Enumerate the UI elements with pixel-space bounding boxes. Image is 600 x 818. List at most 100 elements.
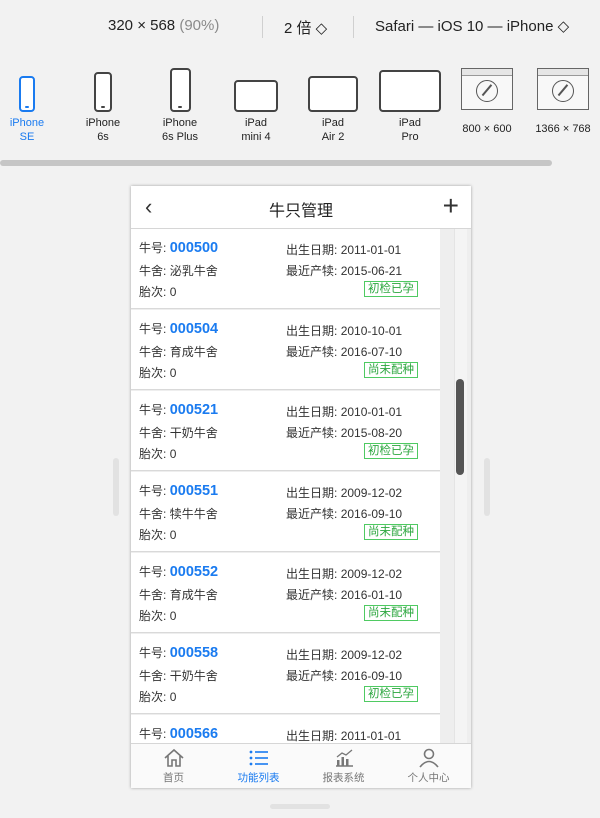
list-item[interactable]: 牛号: 000566 出生日期: 2011-01-01 [131,715,440,743]
tablet-icon [379,70,441,112]
calving-value: 2016-09-10 [340,669,403,683]
tab-label: 首页 [163,772,184,784]
barn-value: 干奶牛舍 [169,669,218,683]
horizontal-scrollbar[interactable] [0,160,552,166]
birth-value: 2011-01-01 [340,729,402,743]
tab-label: 功能列表 [237,772,280,784]
parity-value: 0 [169,285,177,299]
device-iphone-6s[interactable]: iPhone 6s [80,62,126,144]
cow-list[interactable]: 牛号: 000500 牛舍: 泌乳牛舍 胎次: 0 出生日期: 2011-01-… [131,229,471,743]
birth-value: 2010-10-01 [340,324,403,338]
calving-label: 最近产犊: [286,426,338,440]
cow-no[interactable]: 000558 [170,645,218,661]
cow-no-label: 牛号: [139,727,167,741]
device-label: 6s Plus [161,131,199,143]
cow-no-label: 牛号: [139,646,167,660]
device-ipad-air-2[interactable]: iPad Air 2 [305,62,361,144]
calving-label: 最近产犊: [286,507,338,521]
device-1366x768[interactable]: 1366 × 768 [529,62,597,136]
parity-label: 胎次: [139,528,167,542]
birth-label: 出生日期: [286,405,338,419]
device-iphone-se[interactable]: iPhone SE [5,62,49,144]
list-item[interactable]: 牛号: 000558 牛舍: 干奶牛舍 胎次: 0 出生日期: 2009-12-… [131,634,440,714]
nav-bar: ‹ 牛只管理 + [131,186,471,229]
barn-value: 育成牛舍 [169,345,218,359]
zoom-text: (90%) [179,17,220,34]
cow-no[interactable]: 000566 [170,726,218,742]
calving-label: 最近产犊: [286,264,338,278]
user-icon [418,748,439,768]
cow-no[interactable]: 000551 [170,483,218,499]
cow-no[interactable]: 000500 [170,240,218,256]
status-badge: 尚未配种 [364,605,418,621]
calving-value: 2015-06-21 [340,264,403,278]
cow-no-label: 牛号: [139,565,167,579]
device-label: iPad [398,117,422,129]
parity-label: 胎次: [139,366,167,380]
birth-value: 2010-01-01 [340,405,403,419]
resize-handle-bottom[interactable] [270,804,330,809]
list-item[interactable]: 牛号: 000500 牛舍: 泌乳牛舍 胎次: 0 出生日期: 2011-01-… [131,229,440,309]
device-label: iPhone [9,117,45,129]
resolution-label: 320 × 568 (90%) [108,17,219,34]
resolution-text: 320 × 568 [108,17,176,34]
chart-icon [335,749,353,767]
tab-function-list[interactable]: 功能列表 [216,748,301,785]
status-badge: 初检已孕 [364,443,418,459]
device-label: 1366 × 768 [535,123,591,135]
device-label: mini 4 [241,131,271,143]
tab-label: 报表系统 [322,772,365,784]
parity-value: 0 [169,366,177,380]
list-item[interactable]: 牛号: 000521 牛舍: 干奶牛舍 胎次: 0 出生日期: 2010-01-… [131,391,440,471]
status-badge: 尚未配种 [364,362,418,378]
cow-no[interactable]: 000552 [170,564,218,580]
tab-home[interactable]: 首页 [131,748,216,785]
birth-label: 出生日期: [286,324,338,338]
cow-no-label: 牛号: [139,484,167,498]
device-label: SE [19,131,35,143]
calving-value: 2016-01-10 [340,588,403,602]
birth-value: 2011-01-01 [340,243,402,257]
cow-no[interactable]: 000521 [170,402,218,418]
phone-icon [94,72,112,112]
status-badge: 尚未配种 [364,524,418,540]
cow-no-label: 牛号: [139,403,167,417]
list-item[interactable]: 牛号: 000551 牛舍: 犊牛牛舍 胎次: 0 出生日期: 2009-12-… [131,472,440,552]
cow-no[interactable]: 000504 [170,321,218,337]
add-icon[interactable]: + [443,190,459,222]
list-item[interactable]: 牛号: 000552 牛舍: 育成牛舍 胎次: 0 出生日期: 2009-12-… [131,553,440,633]
tab-reports[interactable]: 报表系统 [301,748,386,785]
tab-profile[interactable]: 个人中心 [386,748,471,785]
device-selector[interactable]: Safari — iOS 10 — iPhone ◇ [375,17,569,35]
birth-label: 出生日期: [286,567,338,581]
device-ipad-mini-4[interactable]: iPad mini 4 [230,62,282,144]
birth-label: 出生日期: [286,729,338,743]
calving-label: 最近产犊: [286,588,338,602]
vertical-scrollbar-track[interactable] [454,229,467,743]
device-picker: iPhone SE iPhone 6s iPhone 6s Plus iPad … [0,62,600,162]
list-item[interactable]: 牛号: 000504 牛舍: 育成牛舍 胎次: 0 出生日期: 2010-10-… [131,310,440,390]
device-label: Pro [401,131,419,143]
barn-label: 牛舍: [139,669,167,683]
device-iphone-6s-plus[interactable]: iPhone 6s Plus [155,62,205,144]
parity-label: 胎次: [139,285,167,299]
birth-label: 出生日期: [286,648,338,662]
device-ipad-pro[interactable]: iPad Pro [377,62,443,144]
resize-handle-left[interactable] [113,458,119,516]
device-label: 6s [97,131,109,143]
device-label: Air 2 [321,131,345,143]
resize-handle-right[interactable] [484,458,490,516]
barn-label: 牛舍: [139,426,167,440]
scale-selector[interactable]: 2 倍 ◇ [284,17,327,38]
barn-label: 牛舍: [139,345,167,359]
device-label: iPad [321,117,345,129]
vertical-scrollbar-thumb[interactable] [456,379,464,475]
barn-label: 牛舍: [139,507,167,521]
compass-icon [537,68,589,110]
phone-viewport: ‹ 牛只管理 + 牛号: 000500 牛舍: 泌乳牛舍 胎次: 0 出生日期:… [131,186,471,788]
status-badge: 初检已孕 [364,281,418,297]
birth-label: 出生日期: [286,486,338,500]
birth-value: 2009-12-02 [340,648,403,662]
cow-no-label: 牛号: [139,322,167,336]
device-800x600[interactable]: 800 × 600 [455,62,519,136]
